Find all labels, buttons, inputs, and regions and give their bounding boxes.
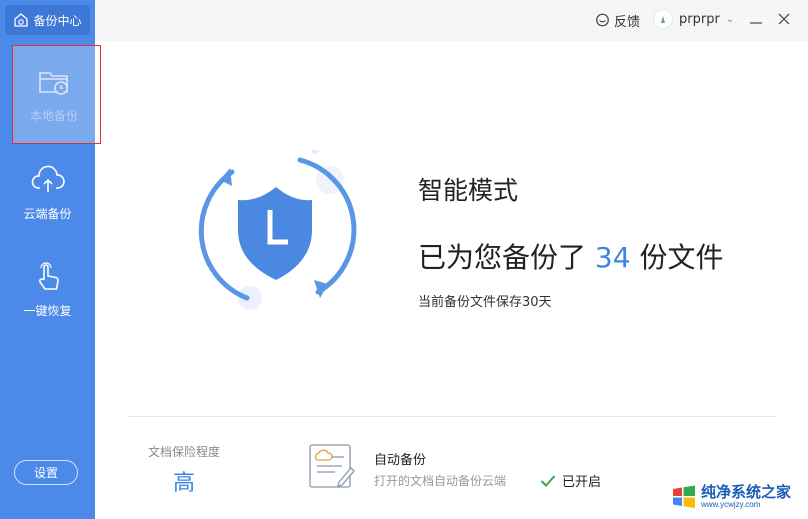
sidebar-item-label: 云端备份	[23, 206, 72, 221]
shield-sync-illustration	[198, 150, 357, 310]
hand-tap-icon	[38, 261, 59, 290]
settings-button[interactable]: 设置	[14, 460, 78, 485]
auto-backup-title: 自动备份	[374, 453, 427, 468]
protection-level: 高	[173, 471, 196, 496]
watermark-title: 纯净系统之家	[701, 483, 792, 501]
title-bar: 反馈 prprpr ⌄	[95, 0, 808, 41]
app-badge[interactable]: 备份中心	[5, 5, 90, 35]
close-icon	[778, 13, 790, 25]
sidebar-item-cloud-backup[interactable]: 云端备份	[0, 143, 95, 241]
username: prprpr	[679, 11, 720, 27]
cloud-upload-icon	[31, 165, 65, 192]
sidebar-item-label: 一键恢复	[23, 303, 72, 318]
watermark-url: www.ycwjzy.com	[701, 500, 761, 509]
retention-text: 当前备份文件保存30天	[418, 295, 552, 310]
leaf-icon	[661, 16, 665, 23]
sidebar-item-restore[interactable]: 一键恢复	[0, 240, 95, 338]
minimize-button[interactable]	[747, 10, 765, 28]
backup-count-suffix: 份文件	[639, 241, 724, 274]
auto-backup-description: 打开的文档自动备份云端	[374, 474, 507, 488]
avatar	[653, 9, 673, 29]
chat-bubble-icon	[596, 13, 609, 27]
home-backup-icon	[14, 13, 29, 27]
folder-clock-icon	[39, 71, 68, 95]
feedback-button[interactable]: 反馈	[595, 11, 640, 30]
site-watermark: 纯净系统之家 www.ycwjzy.com	[671, 484, 791, 510]
sidebar-item-label: 本地备份	[29, 108, 78, 123]
backup-count-prefix: 已为您备份了	[418, 241, 587, 274]
protection-label: 文档保险程度	[148, 445, 221, 459]
backup-count-text: 已为您备份了 34 份文件	[418, 236, 723, 276]
mode-title: 智能模式	[418, 176, 519, 205]
sidebar-item-local-backup[interactable]: 本地备份	[13, 45, 95, 143]
auto-backup-status[interactable]: 已开启	[540, 471, 601, 490]
checkmark-icon	[540, 474, 556, 487]
app-badge-label: 备份中心	[33, 13, 82, 28]
divider	[128, 416, 777, 417]
close-button[interactable]	[775, 10, 793, 28]
status-label: 已开启	[562, 475, 602, 490]
windows-logo-icon	[673, 485, 695, 508]
feedback-label: 反馈	[614, 15, 641, 30]
backup-count-number: 34	[594, 241, 631, 274]
sidebar: 备份中心 本地备份 云端备份 一键恢复 设置	[0, 0, 101, 519]
user-menu[interactable]: prprpr ⌄	[653, 9, 734, 29]
document-cloud-icon	[309, 444, 355, 488]
chevron-down-icon: ⌄	[725, 13, 735, 25]
minimize-icon	[750, 22, 762, 24]
